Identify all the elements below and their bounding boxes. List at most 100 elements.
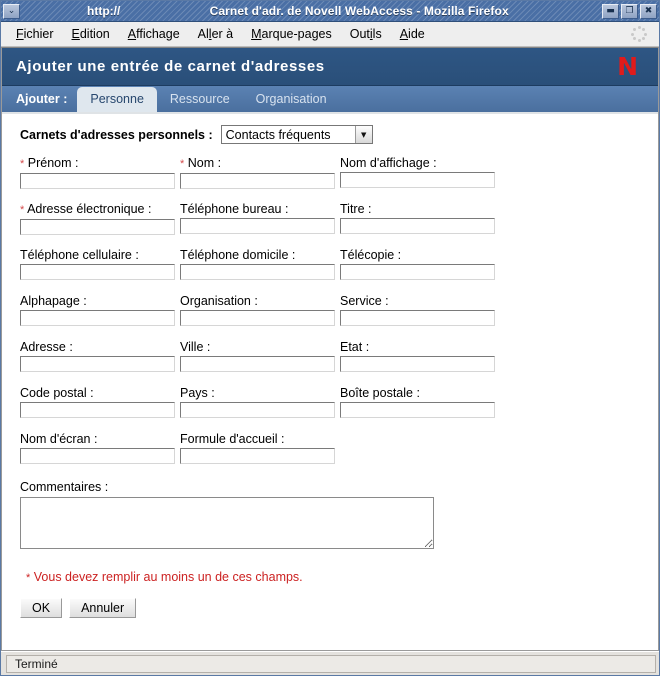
comments-textarea[interactable] xyxy=(20,497,434,549)
field-service: Service : xyxy=(340,294,500,328)
required-fields-note-text: Vous devez remplir au moins un de ces ch… xyxy=(33,570,303,584)
status-text: Terminé xyxy=(6,654,656,673)
field-nom: * Nom : xyxy=(180,156,340,190)
window-menu-icon[interactable]: ⌄ xyxy=(3,3,20,19)
address-book-select[interactable]: Contacts fréquents ▼ xyxy=(220,125,373,144)
field-organisation: Organisation : xyxy=(180,294,340,328)
field-code-postal: Code postal : xyxy=(20,386,180,420)
field-label-telephone-domicile: Téléphone domicile : xyxy=(180,248,296,262)
field-label-etat: Etat : xyxy=(340,340,370,354)
menu-label-aide: ide xyxy=(408,27,425,41)
tab-strip: Ajouter : Personne Ressource Organisatio… xyxy=(2,86,658,114)
tab-ressource[interactable]: Ressource xyxy=(157,87,243,112)
label-text-prenom: Prénom : xyxy=(27,156,79,170)
field-label-nom: * Nom : xyxy=(180,156,340,171)
input-prenom[interactable] xyxy=(20,173,175,189)
input-telephone-domicile[interactable] xyxy=(180,264,335,280)
app-header: Ajouter une entrée de carnet d'adresses … xyxy=(2,48,658,86)
maximize-icon[interactable]: ❐ xyxy=(621,3,638,19)
input-nom-ecran[interactable] xyxy=(20,448,175,464)
input-adresse-electronique[interactable] xyxy=(20,219,175,235)
title-url-text: http:// xyxy=(87,4,121,18)
menu-item-outils[interactable]: Outils xyxy=(341,25,391,43)
tab-organisation[interactable]: Organisation xyxy=(243,87,340,112)
menu-bar: Fichier Edition Affichage Aller à Marque… xyxy=(1,22,659,47)
field-ville: Ville : xyxy=(180,340,340,374)
input-formule-accueil[interactable] xyxy=(180,448,335,464)
menu-label-aller-a: er à xyxy=(211,27,234,41)
field-etat: Etat : xyxy=(340,340,500,374)
field-label-titre: Titre : xyxy=(340,202,372,216)
menu-label-edition: dition xyxy=(79,27,110,41)
field-nom-affichage: Nom d'affichage : xyxy=(340,156,500,190)
throbber-icon xyxy=(631,26,647,42)
menu-label-marque-pages: arque-pages xyxy=(261,27,332,41)
chevron-down-icon[interactable]: ▼ xyxy=(354,126,372,143)
comments-section: Commentaires : xyxy=(20,480,658,552)
field-telephone-domicile: Téléphone domicile : xyxy=(180,248,340,282)
comments-label: Commentaires : xyxy=(20,480,109,494)
field-label-telecopie: Télécopie : xyxy=(340,248,402,262)
field-label-ville: Ville : xyxy=(180,340,211,354)
input-code-postal[interactable] xyxy=(20,402,175,418)
required-marker: * xyxy=(26,572,31,584)
field-adresse: Adresse : xyxy=(20,340,180,374)
page-viewport: Ajouter une entrée de carnet d'adresses … xyxy=(1,47,659,651)
label-text-adresse-electronique: Adresse électronique : xyxy=(27,202,152,216)
address-book-label: Carnets d'adresses personnels : xyxy=(20,127,213,142)
input-telephone-bureau[interactable] xyxy=(180,218,335,234)
menu-item-edition[interactable]: Edition xyxy=(63,25,119,43)
field-telecopie: Télécopie : xyxy=(340,248,500,282)
input-organisation[interactable] xyxy=(180,310,335,326)
field-prenom: * Prénom : xyxy=(20,156,180,190)
field-alphapage: Alphapage : xyxy=(20,294,180,328)
minimize-icon[interactable]: ▬ xyxy=(602,3,619,19)
ok-button[interactable]: OK xyxy=(20,598,63,618)
input-pays[interactable] xyxy=(180,402,335,418)
browser-window: ⌄ http:// Carnet d'adr. de Novell WebAcc… xyxy=(0,0,660,676)
menu-item-fichier[interactable]: Fichier xyxy=(7,25,63,43)
input-boite-postale[interactable] xyxy=(340,402,495,418)
input-telecopie[interactable] xyxy=(340,264,495,280)
input-nom-affichage[interactable] xyxy=(340,172,495,188)
input-adresse[interactable] xyxy=(20,356,175,372)
status-bar: Terminé xyxy=(1,651,659,675)
cancel-button[interactable]: Annuler xyxy=(69,598,137,618)
close-icon[interactable]: ✖ xyxy=(640,3,657,19)
menu-item-aller-a[interactable]: Aller à xyxy=(189,25,242,43)
input-alphapage[interactable] xyxy=(20,310,175,326)
input-telephone-cellulaire[interactable] xyxy=(20,264,175,280)
input-etat[interactable] xyxy=(340,356,495,372)
tab-prefix-label: Ajouter : xyxy=(16,92,68,106)
required-marker: * xyxy=(20,158,25,170)
menu-item-aide[interactable]: Aide xyxy=(391,25,434,43)
address-entry-form: Carnets d'adresses personnels : Contacts… xyxy=(2,114,658,618)
input-titre[interactable] xyxy=(340,218,495,234)
field-label-formule-accueil: Formule d'accueil : xyxy=(180,432,285,446)
field-label-code-postal: Code postal : xyxy=(20,386,94,400)
menu-label-fichier: ichier xyxy=(23,27,54,41)
field-telephone-bureau: Téléphone bureau : xyxy=(180,202,340,236)
field-label-organisation: Organisation : xyxy=(180,294,258,308)
field-label-service: Service : xyxy=(340,294,389,308)
label-text-nom: Nom : xyxy=(187,156,222,170)
field-nom-ecran: Nom d'écran : xyxy=(20,432,180,466)
menu-item-marque-pages[interactable]: Marque-pages xyxy=(242,25,341,43)
input-nom[interactable] xyxy=(180,173,335,189)
field-label-nom-ecran: Nom d'écran : xyxy=(20,432,98,446)
menu-item-affichage[interactable]: Affichage xyxy=(119,25,189,43)
required-marker: * xyxy=(20,204,25,216)
window-controls: ▬ ❐ ✖ xyxy=(602,3,657,19)
field-titre: Titre : xyxy=(340,202,500,236)
field-label-adresse-electronique: * Adresse électronique : xyxy=(20,202,180,217)
field-pays: Pays : xyxy=(180,386,340,420)
tab-personne[interactable]: Personne xyxy=(77,87,157,112)
address-book-selected-value: Contacts fréquents xyxy=(225,127,331,142)
input-service[interactable] xyxy=(340,310,495,326)
field-adresse-electronique: * Adresse électronique : xyxy=(20,202,180,236)
field-telephone-cellulaire: Téléphone cellulaire : xyxy=(20,248,180,282)
novell-logo-icon: N xyxy=(617,52,638,81)
menu-label-outils: ls xyxy=(372,27,382,41)
input-ville[interactable] xyxy=(180,356,335,372)
field-formule-accueil: Formule d'accueil : xyxy=(180,432,340,466)
